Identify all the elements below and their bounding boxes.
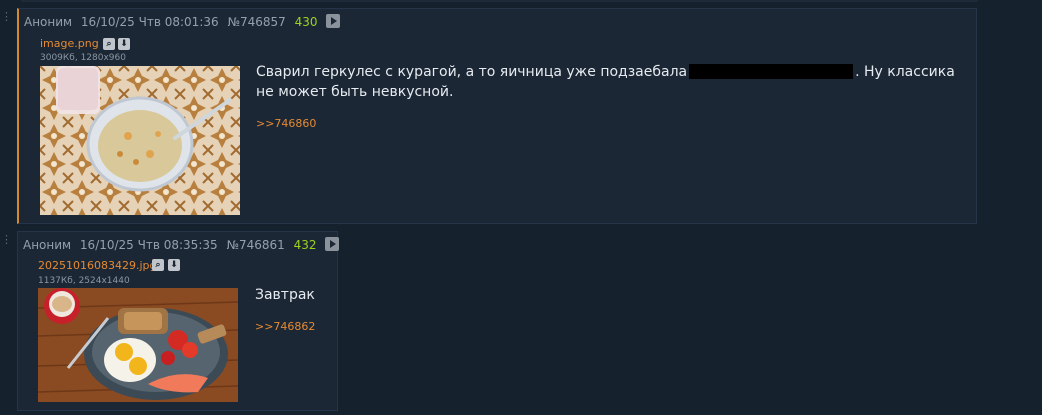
- post-header: Аноним 16/10/25 Чтв 08:01:36 №746857 430: [24, 14, 345, 29]
- breakfast-image: [38, 288, 238, 402]
- file-meta: 3009Кб, 1280x960: [40, 53, 126, 63]
- post-id[interactable]: №746861: [226, 238, 284, 252]
- post-header: Аноним 16/10/25 Чтв 08:35:35 №746861 432: [23, 237, 344, 252]
- post-count: 432: [293, 238, 317, 252]
- post-746861: Аноним 16/10/25 Чтв 08:35:35 №746861 432…: [17, 231, 340, 411]
- post-image-thumbnail[interactable]: [40, 66, 240, 215]
- post-count: 430: [294, 15, 318, 29]
- post-message: Сварил геркулес с курагой, а то яичница …: [256, 62, 956, 102]
- reply-link[interactable]: >>746860: [256, 117, 316, 130]
- play-icon[interactable]: [325, 237, 340, 251]
- search-icon[interactable]: ⌕: [152, 259, 164, 271]
- top-divider: [21, 0, 978, 2]
- post-author: Аноним: [24, 15, 73, 29]
- post-id[interactable]: №746857: [227, 15, 285, 29]
- search-icon[interactable]: ⌕: [103, 38, 115, 50]
- post-date: 16/10/25 Чтв 08:01:36: [80, 15, 219, 29]
- post-746857: Аноним 16/10/25 Чтв 08:01:36 №746857 430…: [17, 8, 977, 224]
- file-name-link[interactable]: 20251016083429.jpg: [38, 259, 157, 272]
- post-author: Аноним: [23, 238, 72, 252]
- message-text: Сварил геркулес с курагой, а то яичница …: [256, 64, 688, 80]
- play-icon[interactable]: [326, 14, 341, 28]
- reply-link[interactable]: >>746862: [255, 320, 315, 333]
- file-name-link[interactable]: image.png: [40, 37, 99, 50]
- oatmeal-image: [40, 66, 240, 215]
- post-message: Завтрак: [255, 287, 315, 303]
- spoiler-redaction[interactable]: [689, 64, 854, 79]
- download-icon[interactable]: ⬇: [168, 259, 180, 271]
- post-image-thumbnail[interactable]: [38, 288, 238, 402]
- download-icon[interactable]: ⬇: [118, 38, 130, 50]
- post-date: 16/10/25 Чтв 08:35:35: [79, 238, 218, 252]
- file-meta: 1137Кб, 2524x1440: [38, 276, 130, 286]
